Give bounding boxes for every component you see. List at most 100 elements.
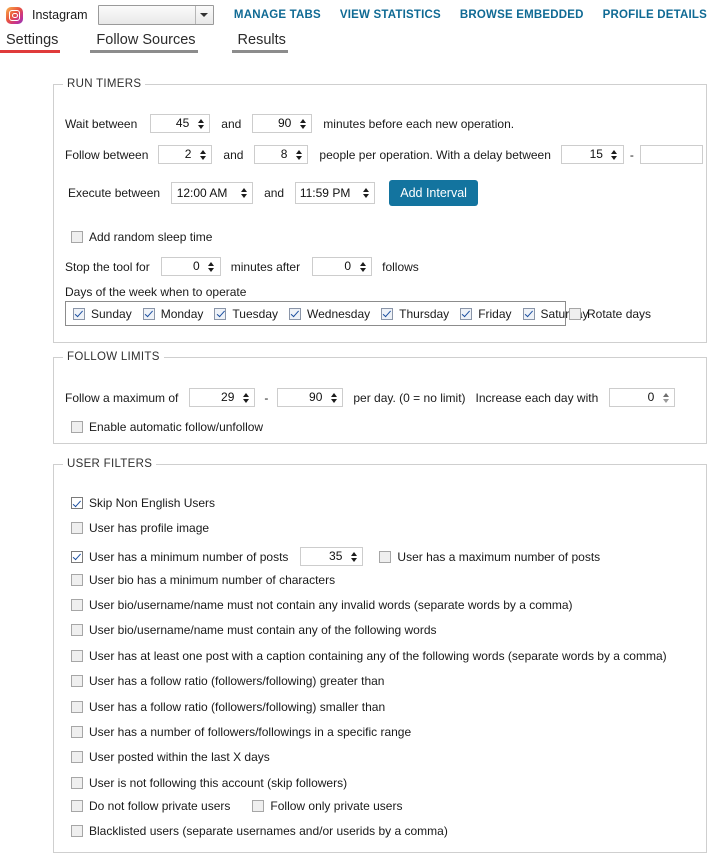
nav-link-browse-embedded[interactable]: BROWSE EMBEDDED <box>460 9 584 21</box>
filter-posted-last-x-days[interactable]: User posted within the last X days <box>71 750 270 764</box>
min-posts-stepper[interactable] <box>347 548 362 565</box>
delay-min-spinner[interactable]: 15 <box>560 145 624 164</box>
follow-max-max-spinner[interactable]: 90 <box>277 388 344 407</box>
checkbox-icon[interactable] <box>289 307 301 320</box>
follow-max-stepper[interactable] <box>292 146 307 163</box>
filter-followers-range[interactable]: User has a number of followers/following… <box>71 725 411 739</box>
checkbox-icon[interactable] <box>214 307 227 320</box>
nav-link-manage-tabs[interactable]: MANAGE TABS <box>234 9 321 21</box>
filter-no-private-users[interactable]: Do not follow private users Follow only … <box>71 799 402 813</box>
nav-link-profile-details[interactable]: PROFILE DETAILS <box>603 9 707 21</box>
checkbox-icon[interactable] <box>460 307 473 320</box>
checkbox-icon[interactable] <box>71 599 83 611</box>
checkbox-icon[interactable] <box>71 231 83 243</box>
filter-has-profile-image[interactable]: User has profile image <box>71 521 209 535</box>
add-interval-button[interactable]: Add Interval <box>389 180 479 206</box>
delay-max-spinner[interactable] <box>639 145 703 164</box>
filter-bio-min-chars[interactable]: User bio has a minimum number of charact… <box>71 573 335 587</box>
execute-end-stepper[interactable] <box>359 183 374 203</box>
checkbox-icon[interactable] <box>252 800 265 812</box>
filter-skip-non-english[interactable]: Skip Non English Users <box>71 496 215 510</box>
wait-max-stepper[interactable] <box>296 115 311 132</box>
follow-min-stepper[interactable] <box>196 146 211 163</box>
checkbox-icon[interactable] <box>71 675 83 687</box>
filter-no-invalid-words[interactable]: User bio/username/name must not contain … <box>71 598 573 612</box>
filter-caption-contains-words[interactable]: User has at least one post with a captio… <box>71 649 667 663</box>
auto-follow-checkbox[interactable]: Enable automatic follow/unfollow <box>71 420 263 434</box>
chevron-down-icon[interactable] <box>194 6 213 24</box>
execute-end-spinner[interactable]: 11:59 PM <box>295 182 376 204</box>
stop-minutes-spinner[interactable]: 0 <box>160 257 221 276</box>
increase-each-day-value[interactable]: 0 <box>610 389 659 406</box>
wait-max-spinner[interactable]: 90 <box>252 114 313 133</box>
follow-max-min-spinner[interactable]: 29 <box>189 388 256 407</box>
stop-minutes-value[interactable]: 0 <box>162 258 205 275</box>
stop-minutes-stepper[interactable] <box>205 258 220 275</box>
checkbox-icon[interactable] <box>71 701 83 713</box>
follow-max-min-stepper[interactable] <box>239 389 254 406</box>
filter-blacklisted-users[interactable]: Blacklisted users (separate usernames an… <box>71 824 448 838</box>
execute-start-value[interactable]: 12:00 AM <box>172 183 237 203</box>
checkbox-icon[interactable] <box>71 726 83 738</box>
day-checkbox-monday[interactable]: Monday <box>142 307 203 321</box>
day-checkbox-thursday[interactable]: Thursday <box>381 307 449 321</box>
filter-not-following-account[interactable]: User is not following this account (skip… <box>71 776 347 790</box>
checkbox-icon[interactable] <box>71 522 83 534</box>
checkbox-icon[interactable] <box>71 777 83 789</box>
follow-min-value[interactable]: 2 <box>159 146 196 163</box>
execute-start-spinner[interactable]: 12:00 AM <box>171 182 254 204</box>
delay-max-value[interactable] <box>641 146 702 163</box>
filter-must-contain-words[interactable]: User bio/username/name must contain any … <box>71 623 437 637</box>
follow-max-spinner[interactable]: 8 <box>254 145 309 164</box>
stop-follows-value[interactable]: 0 <box>313 258 356 275</box>
rotate-days-checkbox[interactable]: Rotate days <box>569 307 651 321</box>
increase-each-day-stepper[interactable] <box>659 389 674 406</box>
filter-ratio-smaller[interactable]: User has a follow ratio (followers/follo… <box>71 700 385 714</box>
increase-each-day-spinner[interactable]: 0 <box>609 388 676 407</box>
checkbox-icon[interactable] <box>71 751 83 763</box>
tab-follow-sources[interactable]: Follow Sources <box>90 30 209 53</box>
checkbox-icon[interactable] <box>73 307 85 320</box>
day-checkbox-friday[interactable]: Friday <box>460 307 512 321</box>
checkbox-icon[interactable] <box>142 307 155 320</box>
auto-follow-row[interactable]: Enable automatic follow/unfollow <box>71 420 263 434</box>
execute-start-stepper[interactable] <box>237 183 252 203</box>
random-sleep-checkbox[interactable]: Add random sleep time <box>71 230 212 244</box>
checkbox-icon[interactable] <box>71 497 83 509</box>
wait-min-spinner[interactable]: 45 <box>150 114 211 133</box>
checkbox-icon[interactable] <box>381 307 394 320</box>
checkbox-icon[interactable] <box>71 825 83 837</box>
wait-min-stepper[interactable] <box>194 115 209 132</box>
nav-link-view-statistics[interactable]: VIEW STATISTICS <box>340 9 441 21</box>
filter-min-posts[interactable]: User has a minimum number of posts 35 Us… <box>71 547 600 566</box>
wait-max-value[interactable]: 90 <box>253 115 296 132</box>
rotate-days-row[interactable]: Rotate days <box>569 307 651 321</box>
min-posts-value[interactable]: 35 <box>301 548 347 565</box>
follow-max-max-stepper[interactable] <box>327 389 342 406</box>
min-posts-spinner[interactable]: 35 <box>300 547 364 566</box>
day-checkbox-tuesday[interactable]: Tuesday <box>214 307 278 321</box>
execute-end-value[interactable]: 11:59 PM <box>296 183 359 203</box>
checkbox-icon[interactable] <box>522 307 535 320</box>
follow-max-max-value[interactable]: 90 <box>278 389 327 406</box>
delay-min-stepper[interactable] <box>608 146 623 163</box>
wait-min-value[interactable]: 45 <box>151 115 194 132</box>
checkbox-icon[interactable] <box>569 308 581 320</box>
follow-max-value[interactable]: 8 <box>255 146 292 163</box>
follow-max-min-value[interactable]: 29 <box>190 389 239 406</box>
random-sleep-row[interactable]: Add random sleep time <box>71 230 212 244</box>
checkbox-icon[interactable] <box>71 800 83 812</box>
stop-follows-spinner[interactable]: 0 <box>312 257 373 276</box>
tab-results[interactable]: Results <box>231 30 300 53</box>
stop-follows-stepper[interactable] <box>356 258 371 275</box>
tab-settings[interactable]: Settings <box>0 30 72 53</box>
day-checkbox-wednesday[interactable]: Wednesday <box>289 307 370 321</box>
checkbox-icon[interactable] <box>71 421 83 433</box>
day-checkbox-sunday[interactable]: Sunday <box>73 307 132 321</box>
delay-min-value[interactable]: 15 <box>562 146 608 163</box>
follow-min-spinner[interactable]: 2 <box>158 145 213 164</box>
checkbox-icon[interactable] <box>71 574 83 586</box>
filter-ratio-greater[interactable]: User has a follow ratio (followers/follo… <box>71 674 384 688</box>
checkbox-icon[interactable] <box>379 550 392 563</box>
account-select[interactable] <box>97 5 214 25</box>
